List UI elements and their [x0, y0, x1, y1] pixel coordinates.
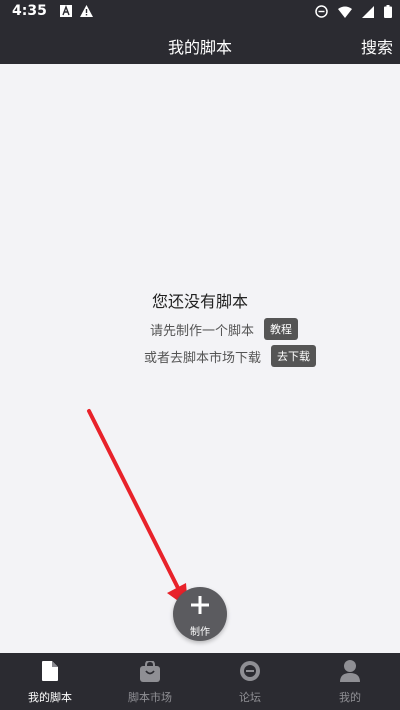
bag-icon [140, 660, 160, 682]
battery-icon [384, 5, 392, 18]
nav-label-script-market: 脚本市场 [128, 691, 172, 704]
person-icon [340, 660, 360, 682]
download-hint-text: 或者去脚本市场下载 [144, 350, 262, 366]
empty-state-line-download: 或者去脚本市场下载 去下载 [144, 345, 317, 367]
page-title: 我的脚本 [167, 38, 232, 57]
empty-state-line-create: 请先制作一个脚本 教程 [150, 318, 299, 340]
create-fab[interactable]: 制作 [173, 587, 227, 641]
download-button[interactable]: 去下载 [271, 345, 317, 367]
status-bar: 4:35 [0, 0, 400, 24]
wifi-icon [338, 6, 352, 18]
tutorial-button[interactable]: 教程 [264, 318, 299, 340]
status-time: 4:35 [12, 3, 47, 19]
create-hint-text: 请先制作一个脚本 [150, 323, 255, 339]
create-fab-label: 制作 [190, 627, 210, 638]
nav-label-forum: 论坛 [239, 691, 261, 704]
search-button[interactable]: 搜索 [361, 34, 393, 58]
app-bar: 我的脚本 搜索 [0, 24, 400, 64]
nav-label-my-scripts: 我的脚本 [28, 691, 72, 704]
system-icons [315, 5, 392, 18]
file-icon [42, 661, 58, 681]
signal-icon [362, 5, 374, 18]
nav-item-my-scripts[interactable]: 我的脚本 [0, 653, 100, 710]
nav-label-me: 我的 [339, 691, 361, 704]
warning-icon [80, 5, 93, 17]
plus-icon [191, 596, 209, 614]
chat-icon [240, 661, 260, 681]
app-a-icon [60, 5, 72, 17]
nav-item-forum[interactable]: 论坛 [200, 653, 300, 710]
notification-icons [60, 5, 93, 17]
nav-item-me[interactable]: 我的 [300, 653, 400, 710]
bottom-nav: 我的脚本 脚本市场 论坛 我的 [0, 653, 400, 710]
main-content: 您还没有脚本 请先制作一个脚本 教程 或者去脚本市场下载 去下载 [0, 64, 400, 653]
empty-state-title: 您还没有脚本 [151, 292, 248, 311]
do-not-disturb-icon [315, 5, 328, 18]
nav-item-script-market[interactable]: 脚本市场 [100, 653, 200, 710]
